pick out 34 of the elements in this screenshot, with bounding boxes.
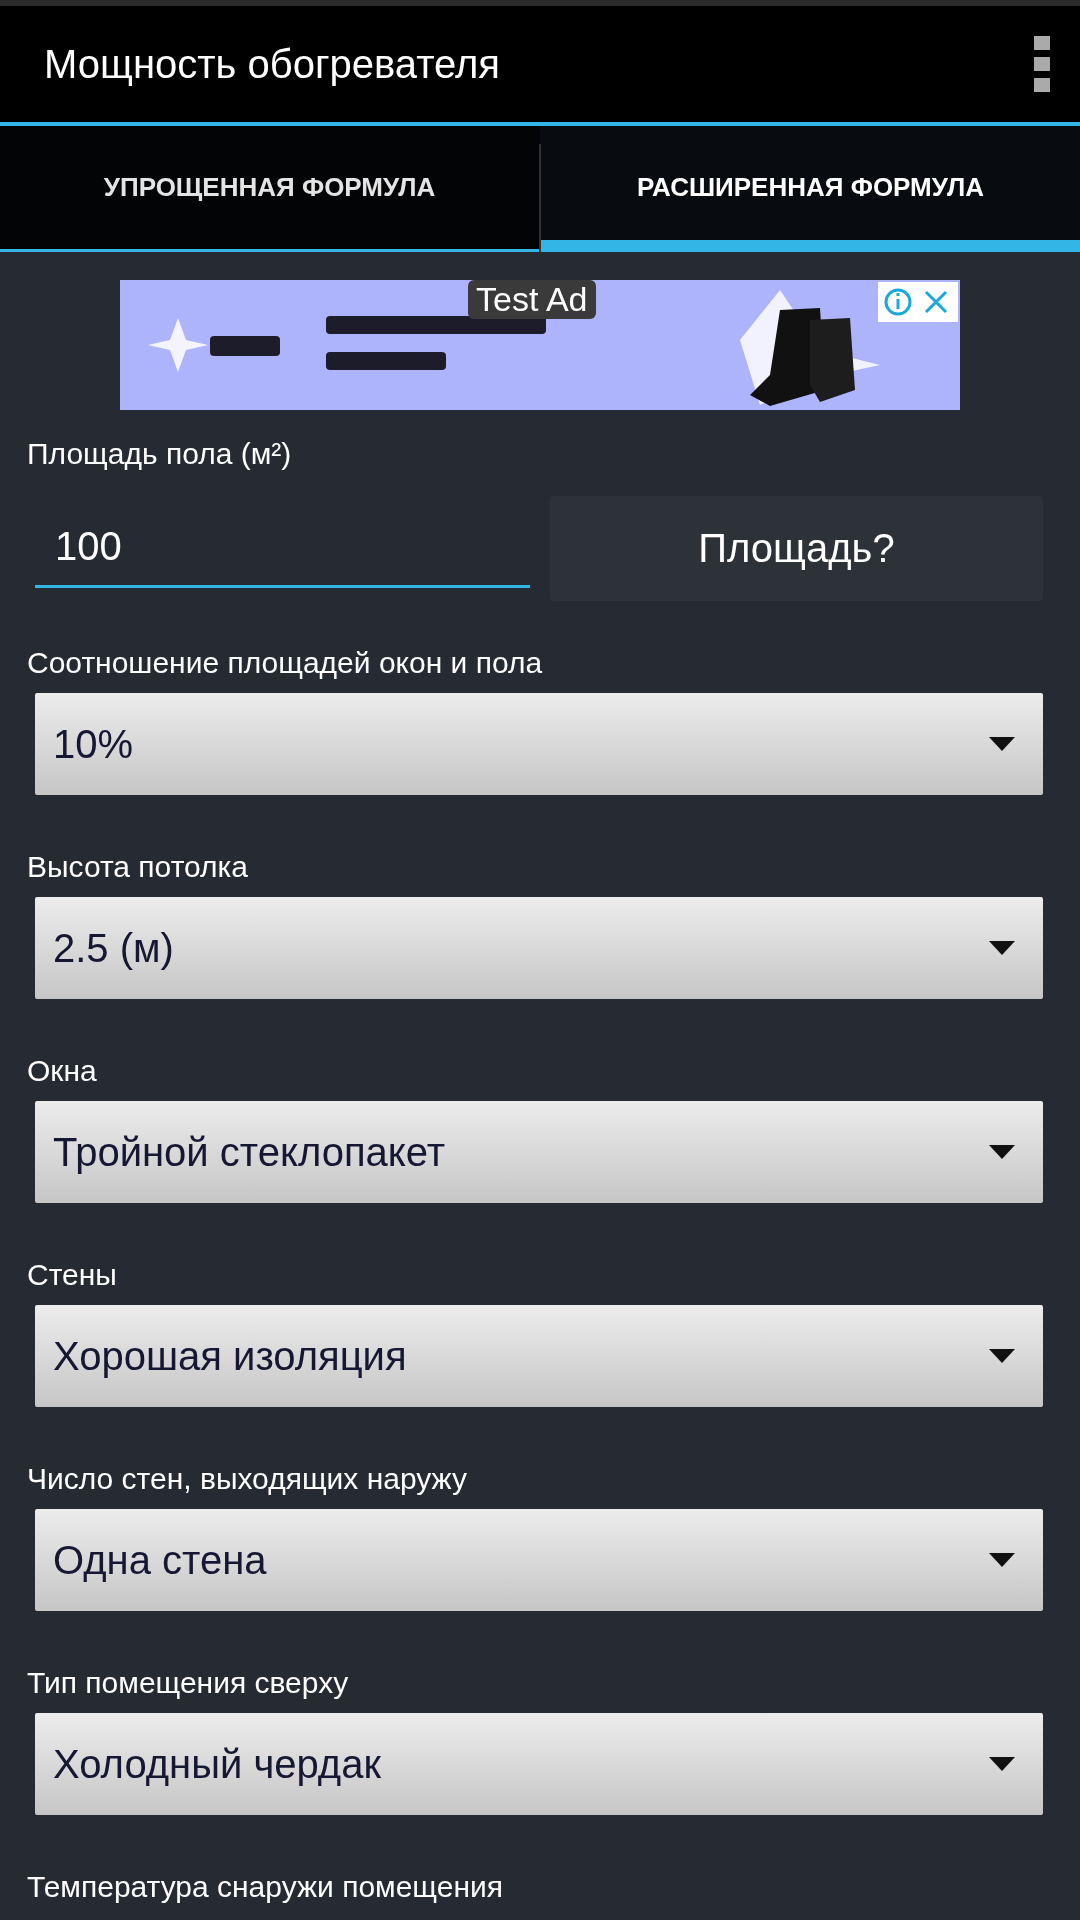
- dropdown-value: Хорошая изоляция: [53, 1333, 407, 1379]
- tab[interactable]: РАСШИРЕННАЯ ФОРМУЛА: [541, 126, 1080, 252]
- dropdown-value: 2.5 (м): [53, 925, 174, 971]
- field-label: Число стен, выходящих наружу: [27, 1461, 468, 1497]
- app-title: Мощность обогревателя: [44, 41, 500, 87]
- field-label: Соотношение площадей окон и пола: [27, 645, 544, 681]
- ad-choices-icon[interactable]: [878, 282, 958, 322]
- dropdown[interactable]: 2.5 (м): [35, 897, 1043, 999]
- dropdown[interactable]: Хорошая изоляция: [35, 1305, 1043, 1407]
- field-label: Температура снаружи помещения: [27, 1869, 504, 1905]
- dropdown-value: Холодный чердак: [53, 1741, 381, 1787]
- overflow-menu-icon[interactable]: [1034, 36, 1050, 92]
- field-label: Тип помещения сверху: [27, 1665, 350, 1701]
- ad-label: Test Ad: [468, 280, 596, 319]
- area-input[interactable]: 100: [35, 508, 530, 588]
- dropdown[interactable]: Одна стена: [35, 1509, 1043, 1611]
- field-label: Высота потолка: [27, 849, 250, 885]
- field-label: Окна: [27, 1053, 98, 1089]
- field-label: Площадь пола (м²): [27, 436, 293, 472]
- dropdown-value: Одна стена: [53, 1537, 267, 1583]
- dropdown-value: 10%: [53, 721, 134, 767]
- dropdown-arrow-icon: [989, 1757, 1015, 1771]
- dropdown-arrow-icon: [989, 1145, 1015, 1159]
- dropdown-arrow-icon: [989, 941, 1015, 955]
- dropdown-arrow-icon: [989, 737, 1015, 751]
- dropdown[interactable]: 10%: [35, 693, 1043, 795]
- dropdown[interactable]: Холодный чердак: [35, 1713, 1043, 1815]
- area-button[interactable]: Площадь?: [550, 496, 1043, 601]
- dropdown-arrow-icon: [989, 1349, 1015, 1363]
- dropdown[interactable]: Тройной стеклопакет: [35, 1101, 1043, 1203]
- field-label: Стены: [27, 1257, 118, 1293]
- tab[interactable]: УПРОЩЕННАЯ ФОРМУЛА: [0, 126, 539, 252]
- dropdown-arrow-icon: [989, 1553, 1015, 1567]
- dropdown-value: Тройной стеклопакет: [53, 1129, 445, 1175]
